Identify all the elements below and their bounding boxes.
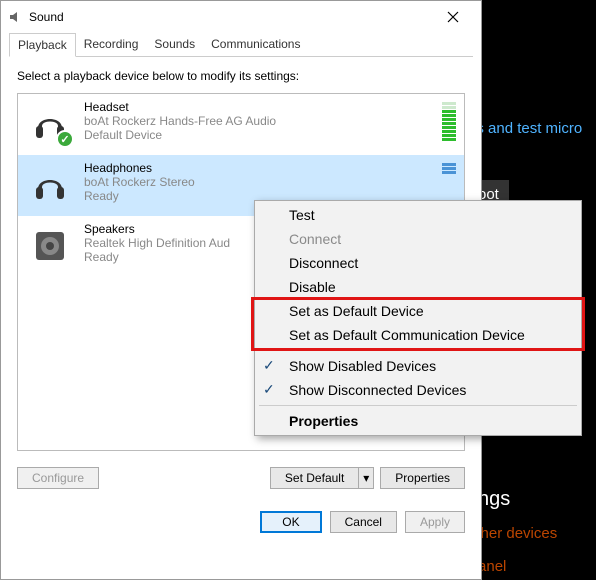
headset-icon: ✓ [26, 100, 74, 148]
dialog-buttons: OK Cancel Apply [1, 501, 481, 543]
configure-button[interactable]: Configure [17, 467, 99, 489]
bg-link-test-micro[interactable]: es and test micro [468, 120, 582, 137]
tab-playback[interactable]: Playback [9, 33, 76, 57]
properties-button[interactable]: Properties [380, 467, 465, 489]
menu-properties[interactable]: Properties [255, 409, 581, 433]
device-item-headset[interactable]: ✓ Headset boAt Rockerz Hands-Free AG Aud… [18, 94, 464, 155]
menu-show-disconnected[interactable]: ✓Show Disconnected Devices [255, 378, 581, 402]
tab-communications[interactable]: Communications [203, 33, 308, 56]
device-description: boAt Rockerz Hands-Free AG Audio [84, 114, 432, 128]
menu-separator [259, 350, 577, 351]
default-check-icon: ✓ [56, 130, 74, 148]
sound-icon [7, 9, 23, 25]
cancel-button[interactable]: Cancel [330, 511, 397, 533]
menu-set-default-device[interactable]: Set as Default Device [255, 299, 581, 323]
tab-strip: Playback Recording Sounds Communications [9, 33, 473, 57]
tab-sounds[interactable]: Sounds [146, 33, 203, 56]
set-default-split-button[interactable]: Set Default ▾ [270, 467, 374, 489]
menu-test[interactable]: Test [255, 203, 581, 227]
close-button[interactable] [431, 3, 475, 31]
menu-disconnect[interactable]: Disconnect [255, 251, 581, 275]
check-icon: ✓ [263, 381, 275, 398]
list-buttons-row: Configure Set Default ▾ Properties [17, 467, 465, 489]
dialog-title: Sound [29, 10, 431, 24]
menu-separator [259, 405, 577, 406]
menu-disable[interactable]: Disable [255, 275, 581, 299]
device-name: Headphones [84, 161, 432, 175]
apply-button[interactable]: Apply [405, 511, 465, 533]
device-description: boAt Rockerz Stereo [84, 175, 432, 189]
set-default-button[interactable]: Set Default [270, 467, 358, 489]
menu-connect: Connect [255, 227, 581, 251]
check-icon: ✓ [263, 357, 275, 374]
context-menu[interactable]: Test Connect Disconnect Disable Set as D… [254, 200, 582, 436]
ok-button[interactable]: OK [260, 511, 321, 533]
level-meter-icon [442, 163, 456, 174]
speakers-icon [26, 222, 74, 270]
menu-set-default-comm-device[interactable]: Set as Default Communication Device [255, 323, 581, 347]
device-name: Headset [84, 100, 432, 114]
chevron-down-icon[interactable]: ▾ [358, 467, 374, 489]
tab-recording[interactable]: Recording [76, 33, 147, 56]
menu-show-disabled[interactable]: ✓Show Disabled Devices [255, 354, 581, 378]
device-status: Default Device [84, 128, 432, 142]
instruction-text: Select a playback device below to modify… [17, 69, 465, 83]
titlebar: Sound [1, 1, 481, 33]
level-meter-icon [442, 102, 456, 141]
headphones-icon [26, 161, 74, 209]
